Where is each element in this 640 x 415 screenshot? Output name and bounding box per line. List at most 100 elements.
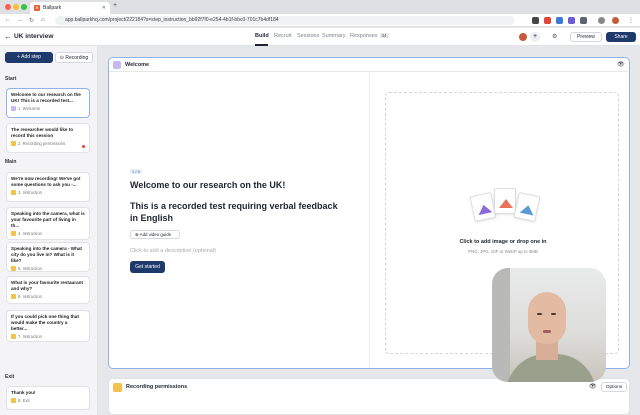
- recording-label: Recording: [65, 55, 89, 61]
- reload-icon[interactable]: ↻: [29, 17, 34, 24]
- eye-icon[interactable]: 👁: [589, 383, 597, 390]
- tab-sessions[interactable]: Sessions: [297, 33, 319, 39]
- step-card-type-label: 3. Instruction: [18, 190, 42, 195]
- step-card-type: 4. Instruction: [11, 231, 85, 236]
- tab-recruit[interactable]: Recruit: [274, 33, 291, 39]
- back-arrow-icon[interactable]: ←: [4, 32, 12, 41]
- recording-permissions-panel[interactable]: Recording permissions 👁 Options: [108, 378, 630, 415]
- instruction-icon: [11, 231, 16, 236]
- step-card-instruction[interactable]: Speaking into the camera, what is your f…: [6, 207, 90, 240]
- drop-zone-subtitle: PNG, JPG, GIF or WebP up to 5MB: [468, 249, 538, 254]
- options-button[interactable]: Options: [601, 382, 627, 392]
- back-icon[interactable]: ←: [5, 17, 11, 23]
- step-card-text: If you could pick one thing that would m…: [11, 314, 79, 331]
- add-step-button[interactable]: + Add step: [5, 52, 53, 63]
- maximize-window-icon[interactable]: [21, 4, 27, 10]
- step-card-type-label: 6. Instruction: [18, 294, 42, 299]
- extension-icon[interactable]: [544, 17, 551, 24]
- person-eye: [537, 313, 542, 315]
- step-card-instruction[interactable]: What is your favourite restaurant and wh…: [6, 276, 90, 304]
- add-step-label: Add step: [21, 54, 41, 60]
- profile-avatar[interactable]: [598, 17, 605, 24]
- panel-title: Recording permissions: [126, 384, 188, 390]
- recording-icon: [113, 383, 122, 392]
- step-card-type-label: 5. Instruction: [18, 266, 42, 271]
- step-card-text: The researcher would like to record this…: [11, 127, 74, 138]
- add-video-guide-label: Add video guide: [139, 232, 172, 237]
- home-icon[interactable]: ⌂: [41, 17, 45, 23]
- step-number-badge: 1 / 8: [130, 169, 142, 174]
- image-placeholder-icon: [469, 186, 541, 226]
- panel-title: Welcome: [125, 62, 150, 68]
- options-label: Options: [605, 385, 623, 390]
- close-window-icon[interactable]: [5, 4, 11, 10]
- eye-icon[interactable]: 👁: [617, 61, 625, 68]
- settings-gear-icon[interactable]: ⚙: [552, 33, 557, 40]
- step-card-type: 5. Instruction: [11, 266, 85, 271]
- extension-icon[interactable]: [532, 17, 539, 24]
- new-tab-button[interactable]: +: [113, 2, 117, 9]
- add-video-guide-button[interactable]: ⊕ Add video guide: [130, 230, 180, 239]
- step-card-text: Speaking into the camera, what is your f…: [11, 211, 85, 228]
- instruction-icon: [11, 266, 16, 271]
- photo-thumb: [513, 191, 541, 223]
- step-card-instruction[interactable]: If you could pick one thing that would m…: [6, 310, 90, 342]
- close-tab-icon[interactable]: ✕: [102, 5, 106, 11]
- step-card-instruction[interactable]: Speaking into the camera - What city do …: [6, 242, 90, 272]
- background-wall: [492, 268, 510, 382]
- step-card-type: 2. Recording permissions: [11, 141, 85, 146]
- browser-tab[interactable]: B Ballpark ✕: [30, 2, 110, 14]
- welcome-heading[interactable]: Welcome to our research on the UK!: [130, 180, 350, 190]
- section-heading-start: Start: [5, 76, 17, 82]
- minimize-window-icon[interactable]: [13, 4, 19, 10]
- step-card-type-label: 8. Exit: [18, 398, 30, 403]
- mountain-shape: [519, 203, 536, 216]
- project-title: UK interview: [14, 33, 54, 40]
- step-card-type-label: 1. Welcome: [18, 106, 41, 111]
- step-card-type-label: 2. Recording permissions: [18, 141, 66, 146]
- preview-button-label: Preview: [577, 34, 595, 40]
- tab-build[interactable]: Build: [255, 33, 269, 39]
- profile-avatar[interactable]: [612, 17, 619, 24]
- description-input[interactable]: Click to add a description (optional): [130, 248, 216, 254]
- ballpark-favicon-icon: B: [34, 5, 40, 11]
- step-card-type: 3. Instruction: [11, 190, 85, 195]
- instruction-icon: [11, 190, 16, 195]
- invite-plus-icon[interactable]: +: [530, 32, 540, 42]
- panel-divider: [369, 72, 370, 368]
- forward-icon[interactable]: →: [17, 17, 23, 23]
- drop-zone-title: Click to add image or drop one in: [459, 239, 547, 245]
- step-card-type: 6. Instruction: [11, 294, 85, 299]
- welcome-subheading[interactable]: This is a recorded test requiring verbal…: [130, 200, 345, 224]
- recording-button[interactable]: ⊙ Recording: [55, 52, 93, 63]
- browser-menu-icon[interactable]: ⋮: [628, 17, 634, 24]
- webcam-video-overlay[interactable]: [492, 268, 606, 382]
- step-card-type: 1. Welcome: [11, 106, 85, 111]
- step-card-text: Speaking into the camera - What city do …: [11, 246, 82, 263]
- step-card-text: What is your favourite restaurant and wh…: [11, 280, 83, 291]
- welcome-icon: [11, 106, 16, 111]
- step-card-exit[interactable]: Thank you! 8. Exit: [6, 386, 90, 410]
- recording-icon: [11, 141, 16, 146]
- step-card-text: Thank you!: [11, 390, 36, 395]
- step-card-instruction[interactable]: We're now recording! We've got some ques…: [6, 172, 90, 202]
- share-button[interactable]: Share: [606, 32, 636, 42]
- tab-summary[interactable]: Summary: [322, 33, 346, 39]
- step-card-welcome[interactable]: Welcome to our research on the UK! This …: [6, 88, 90, 118]
- browser-tab-title: Ballpark: [43, 5, 62, 11]
- avatar[interactable]: [518, 32, 528, 42]
- person-mouth: [543, 330, 551, 333]
- tab-responses-label: Responses: [350, 33, 378, 39]
- get-started-label: Get started: [135, 264, 160, 270]
- photo-thumb: [469, 191, 497, 223]
- extension-icon[interactable]: [568, 17, 575, 24]
- step-card-recording-permissions[interactable]: The researcher would like to record this…: [6, 123, 90, 153]
- get-started-button[interactable]: Get started: [130, 261, 165, 273]
- extension-icon[interactable]: [556, 17, 563, 24]
- extension-icon[interactable]: [580, 17, 587, 24]
- app-header: ← UK interview Build Recruit Sessions Su…: [0, 28, 640, 46]
- person-eye: [551, 313, 556, 315]
- url-field[interactable]: app.ballparkhq.com/project/222184?s=step…: [55, 16, 515, 25]
- tab-responses[interactable]: Responses 34: [350, 33, 389, 39]
- preview-button[interactable]: Preview: [570, 32, 602, 42]
